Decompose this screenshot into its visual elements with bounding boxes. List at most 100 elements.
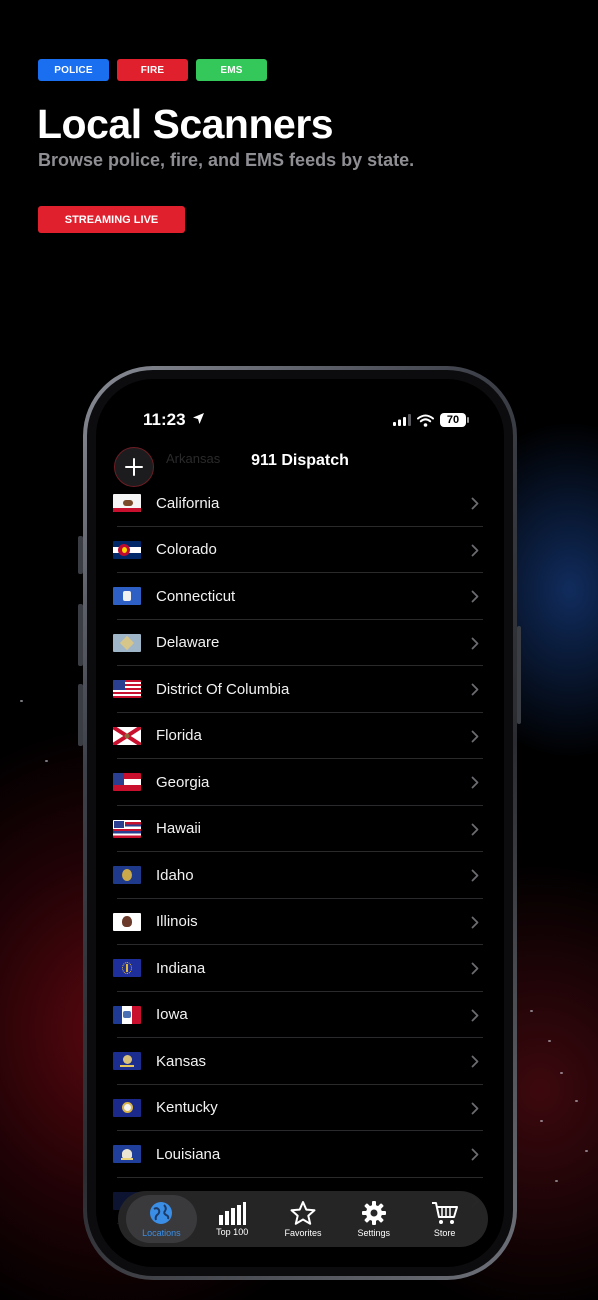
california-flag-icon [113, 494, 141, 513]
navigation-bar: Arkansas 911 Dispatch [96, 441, 504, 487]
tab-label: Top 100 [216, 1227, 249, 1237]
chevron-right-icon [471, 1009, 479, 1021]
list-item[interactable]: Georgia [96, 759, 504, 806]
city-light [540, 1120, 543, 1122]
tab-settings[interactable]: Settings [338, 1195, 409, 1243]
tab-label: Locations [142, 1228, 181, 1238]
phone-screen: 11:23 70 Arkansas 911 Dispatch Californi… [96, 379, 504, 1267]
category-tags: POLICE FIRE EMS [38, 59, 267, 81]
tab-label: Favorites [284, 1228, 322, 1238]
city-light [530, 1010, 533, 1012]
chevron-right-icon [471, 590, 479, 603]
list-item[interactable]: Kansas [96, 1038, 504, 1085]
list-item[interactable]: Florida [96, 713, 504, 760]
police-tag[interactable]: POLICE [38, 59, 109, 81]
delaware-flag-icon [113, 633, 141, 652]
tab-label: Settings [357, 1228, 391, 1238]
list-item[interactable]: Hawaii [96, 806, 504, 853]
list-item[interactable]: Kentucky [96, 1085, 504, 1132]
state-name: Iowa [156, 1006, 188, 1024]
list-item[interactable]: District Of Columbia [96, 666, 504, 713]
state-name: Kentucky [156, 1099, 218, 1117]
list-item[interactable]: Colorado [96, 527, 504, 574]
plus-icon [125, 458, 143, 476]
state-name: Indiana [156, 959, 206, 977]
kentucky-flag-icon [113, 1098, 141, 1117]
indiana-flag-icon [113, 959, 141, 978]
list-item[interactable]: Louisiana [96, 1131, 504, 1178]
streaming-live-button[interactable]: STREAMING LIVE [38, 206, 185, 233]
state-name: Kansas [156, 1052, 207, 1070]
headline: Local Scanners [37, 101, 334, 147]
state-name: Hawaii [156, 820, 202, 838]
globe-icon [150, 1202, 173, 1224]
ems-tag[interactable]: EMS [196, 59, 267, 81]
state-name: Louisiana [156, 1145, 221, 1163]
location-arrow-icon [193, 413, 204, 424]
chevron-right-icon [471, 730, 479, 742]
florida-flag-icon [113, 726, 141, 745]
wifi-icon [417, 414, 434, 427]
state-name: Connecticut [156, 587, 236, 605]
list-item[interactable]: Illinois [96, 899, 504, 946]
list-item[interactable]: California [96, 480, 504, 527]
chevron-right-icon [471, 683, 479, 696]
nav-title: 911 Dispatch [251, 452, 349, 469]
list-item[interactable]: Connecticut [96, 573, 504, 620]
list-item[interactable]: Indiana [96, 945, 504, 992]
chevron-right-icon [471, 869, 479, 882]
chevron-right-icon [471, 1055, 479, 1068]
tab-favorites[interactable]: Favorites [268, 1195, 339, 1243]
power-button [517, 626, 521, 724]
chevron-right-icon [471, 916, 479, 928]
city-light [560, 1072, 563, 1074]
state-name: Florida [156, 727, 202, 745]
chevron-right-icon [471, 544, 479, 556]
state-name: Illinois [156, 913, 198, 931]
chevron-right-icon [471, 1148, 479, 1161]
city-light [585, 1150, 588, 1152]
georgia-flag-icon [113, 773, 141, 792]
louisiana-flag-icon [113, 1145, 141, 1164]
city-light [555, 1180, 558, 1182]
state-name: District Of Columbia [156, 680, 290, 698]
chevron-right-icon [471, 637, 479, 649]
chevron-right-icon [471, 497, 479, 510]
city-light [548, 1040, 551, 1042]
tab-store[interactable]: Store [409, 1195, 480, 1243]
state-list: California Colorado Connecticut Delaware… [96, 480, 504, 1224]
bar-chart-icon [219, 1202, 247, 1225]
battery-icon: 70 [440, 413, 469, 427]
cart-icon [431, 1202, 458, 1224]
list-item[interactable]: Iowa [96, 992, 504, 1039]
city-light [45, 760, 48, 762]
state-name: Colorado [156, 541, 217, 559]
tab-locations[interactable]: Locations [126, 1195, 197, 1243]
city-light [20, 700, 23, 702]
chevron-right-icon [471, 962, 479, 975]
kansas-flag-icon [113, 1052, 141, 1071]
status-bar: 11:23 70 [96, 403, 504, 449]
phone-frame: 11:23 70 Arkansas 911 Dispatch Californi… [83, 366, 517, 1280]
chevron-right-icon [471, 823, 479, 835]
subheadline: Browse police, fire, and EMS feeds by st… [38, 150, 415, 170]
state-name: California [156, 494, 220, 512]
list-item[interactable]: Delaware [96, 620, 504, 667]
connecticut-flag-icon [113, 587, 141, 606]
list-item[interactable]: Idaho [96, 852, 504, 899]
hawaii-flag-icon [113, 819, 141, 838]
tab-label: Store [433, 1228, 456, 1238]
tab-top-100[interactable]: Top 100 [197, 1195, 268, 1243]
iowa-flag-icon [113, 1005, 141, 1024]
state-name: Delaware [156, 634, 220, 652]
illinois-flag-icon [113, 912, 141, 931]
state-name: Georgia [156, 773, 210, 791]
state-name: Idaho [156, 866, 194, 884]
gear-icon [361, 1201, 386, 1225]
colorado-flag-icon [113, 540, 141, 559]
fire-tag[interactable]: FIRE [117, 59, 188, 81]
dc-flag-icon [113, 680, 141, 699]
status-time: 11:23 [143, 410, 186, 429]
chevron-right-icon [471, 776, 479, 789]
cellular-signal-icon [393, 414, 411, 426]
